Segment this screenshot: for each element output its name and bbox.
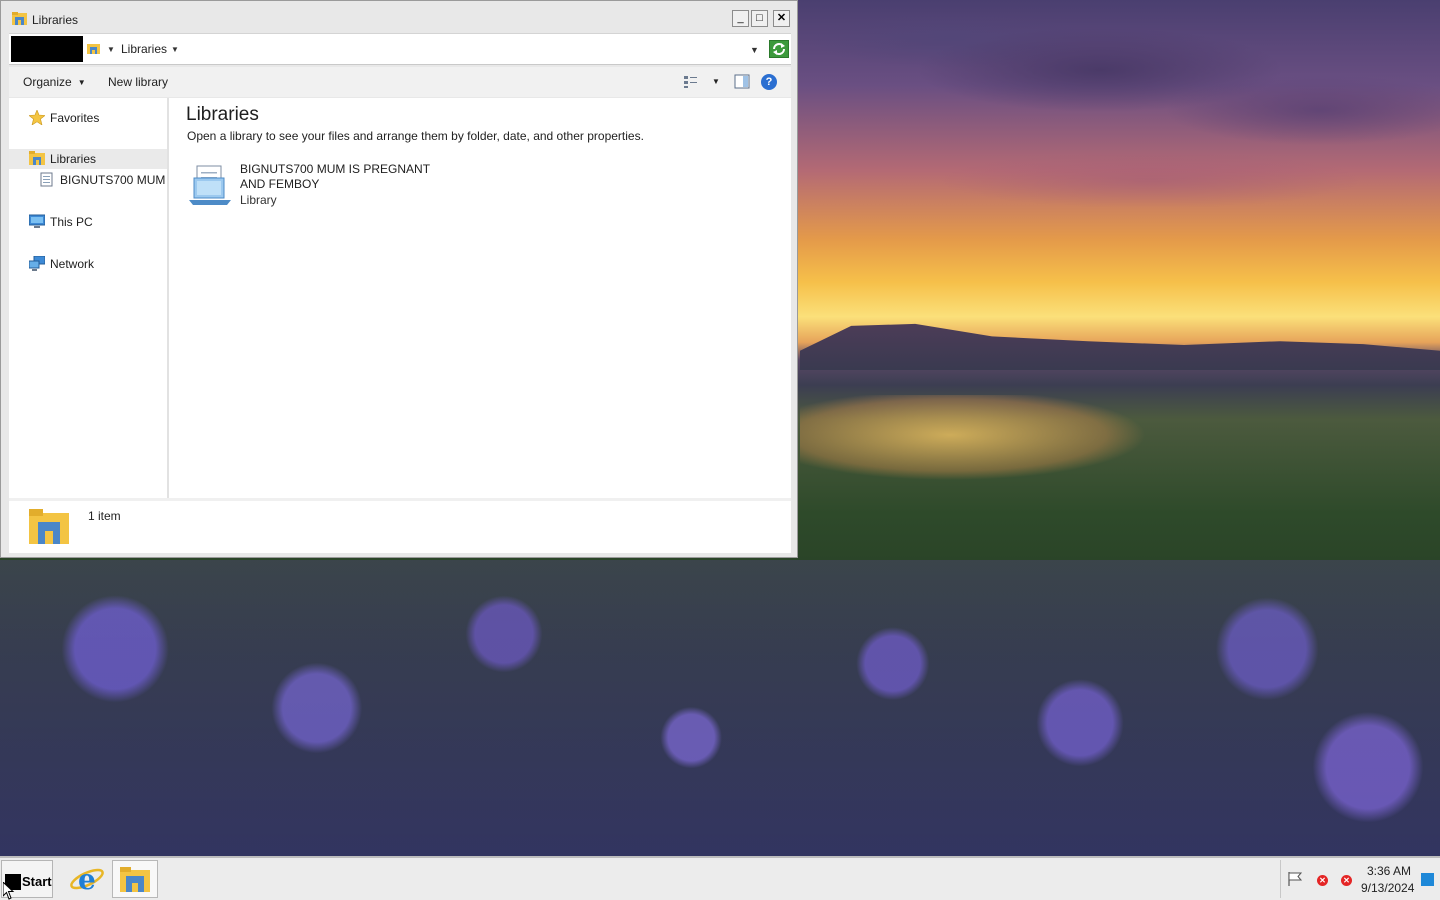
minimize-button[interactable]: _	[732, 10, 749, 27]
maximize-button[interactable]: □	[751, 10, 768, 27]
file-explorer-icon	[120, 867, 150, 892]
page-title: Libraries	[186, 104, 259, 125]
window-title: Libraries	[32, 13, 79, 27]
address-bar[interactable]: ▼ Libraries ▼ ▼	[9, 33, 791, 65]
nav-item-this-pc[interactable]: This PC	[9, 212, 167, 232]
taskbar-internet-explorer[interactable]: e	[66, 862, 108, 896]
mouse-cursor-icon	[3, 882, 15, 900]
libraries-icon	[87, 44, 100, 54]
show-desktop-button[interactable]	[1421, 873, 1434, 886]
libraries-icon	[29, 151, 45, 165]
system-tray: ✕ ✕ 3:36 AM 9/13/2024	[1280, 860, 1440, 898]
nav-item-network[interactable]: Network	[9, 254, 167, 274]
refresh-button[interactable]	[769, 40, 789, 58]
organize-label: Organize	[23, 75, 72, 89]
organize-menu[interactable]: Organize ▼	[23, 75, 86, 89]
chevron-down-icon[interactable]: ▼	[107, 45, 115, 54]
library-name-line1: BIGNUTS700 MUM IS PREGNANT	[240, 162, 431, 176]
wallpaper-flowers	[0, 560, 1440, 856]
network-icon	[29, 256, 45, 271]
view-options-dropdown[interactable]: ▼	[712, 77, 720, 86]
library-tile[interactable]: BIGNUTS700 MUM IS PREGNANT AND FEMBOY Li…	[187, 160, 447, 210]
nav-item-label: Libraries	[50, 152, 97, 166]
new-library-button[interactable]: New library	[108, 75, 168, 89]
clock-date[interactable]: 9/13/2024	[1361, 881, 1414, 895]
library-name: BIGNUTS700 MUM IS PREGNANT AND FEMBOY	[240, 162, 440, 192]
wallpaper-clouds	[800, 0, 1440, 240]
libraries-icon	[12, 12, 27, 25]
title-bar[interactable]: Libraries _ □ ✕	[1, 7, 797, 31]
start-label: Start	[22, 874, 52, 889]
tray-error-icon[interactable]: ✕	[1341, 875, 1352, 886]
nav-item-label: This PC	[50, 215, 93, 229]
document-library-icon	[189, 165, 231, 205]
content-pane[interactable]: Libraries Open a library to see your fil…	[169, 98, 791, 498]
taskbar-file-explorer[interactable]	[112, 860, 158, 898]
nav-item-label: Favorites	[50, 111, 100, 125]
back-forward-buttons-redacted[interactable]	[11, 36, 83, 62]
computer-icon	[29, 214, 45, 228]
nav-item-favorites[interactable]: Favorites	[9, 108, 167, 128]
document-library-icon	[40, 172, 53, 187]
navigation-pane[interactable]: Favorites Libraries BIGNUTS700 MUM IS PR…	[9, 98, 167, 498]
details-pane: 1 item	[9, 501, 791, 553]
change-view-icon[interactable]	[683, 74, 699, 89]
breadcrumb[interactable]: Libraries	[121, 42, 167, 56]
wallpaper-water	[800, 395, 1220, 515]
internet-explorer-icon: e	[70, 863, 104, 896]
command-bar: Organize ▼ New library ▼ ?	[9, 67, 791, 97]
close-button[interactable]: ✕	[773, 10, 790, 27]
nav-item-label: BIGNUTS700 MUM IS PREGNANT AND FEMBOY	[60, 173, 166, 187]
libraries-icon	[29, 509, 69, 544]
refresh-icon	[773, 43, 785, 55]
clock-time[interactable]: 3:36 AM	[1367, 864, 1411, 878]
library-name-line2: AND FEMBOY	[240, 177, 320, 191]
address-history-dropdown[interactable]: ▼	[750, 45, 759, 55]
help-icon[interactable]: ?	[761, 74, 777, 90]
preview-pane-icon[interactable]	[734, 74, 750, 89]
library-type: Library	[240, 193, 277, 207]
nav-item-libraries[interactable]: Libraries	[9, 149, 167, 169]
svg-text:e: e	[78, 863, 96, 896]
chevron-down-icon[interactable]: ▼	[171, 45, 179, 54]
nav-item-library-bignuts700[interactable]: BIGNUTS700 MUM IS PREGNANT AND FEMBOY	[9, 170, 167, 190]
action-center-flag-icon[interactable]	[1287, 871, 1303, 887]
chevron-down-icon: ▼	[77, 78, 86, 87]
wallpaper-hills	[800, 323, 1440, 370]
nav-item-label: Network	[50, 257, 95, 271]
tray-error-icon[interactable]: ✕	[1317, 875, 1328, 886]
star-icon	[29, 110, 45, 125]
taskbar: Start e ✕ ✕ 3:36 AM 9/13/2024	[0, 856, 1440, 900]
page-description: Open a library to see your files and arr…	[187, 129, 644, 143]
item-count: 1 item	[88, 509, 121, 523]
explorer-window[interactable]: Libraries _ □ ✕ ▼ Libraries ▼ ▼ Organize…	[0, 0, 798, 558]
